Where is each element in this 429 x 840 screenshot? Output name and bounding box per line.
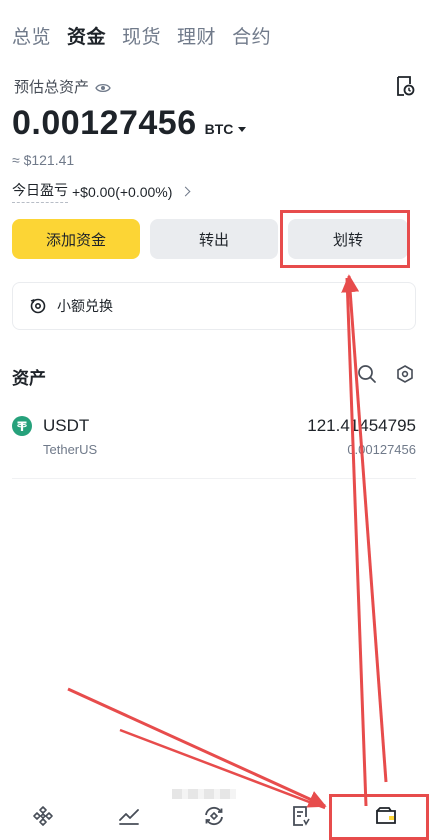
home-icon bbox=[31, 804, 55, 833]
caret-down-icon bbox=[238, 127, 247, 132]
search-icon[interactable] bbox=[357, 364, 377, 384]
nav-trade[interactable] bbox=[172, 796, 258, 840]
currency-label: BTC bbox=[204, 121, 234, 137]
pnl-label: 今日盈亏 bbox=[12, 180, 68, 203]
orders-icon bbox=[288, 804, 312, 833]
history-icon[interactable] bbox=[395, 75, 415, 97]
chevron-right-icon bbox=[180, 186, 191, 197]
divider bbox=[12, 478, 416, 479]
tether-logo-icon bbox=[12, 416, 32, 436]
assets-title: 资产 bbox=[12, 369, 46, 388]
nav-home[interactable] bbox=[0, 796, 86, 840]
tab-overview[interactable]: 总览 bbox=[12, 22, 51, 49]
withdraw-button[interactable]: 转出 bbox=[150, 219, 278, 259]
asset-amount: 121.41454795 bbox=[307, 416, 416, 435]
pnl-row[interactable]: 今日盈亏 +$0.00(+0.00%) bbox=[12, 180, 191, 203]
tab-funding[interactable]: 资金 bbox=[67, 22, 106, 49]
balance-row: 0.00127456 BTC bbox=[12, 104, 247, 143]
small-convert-label: 小额兑换 bbox=[57, 298, 113, 314]
eye-icon[interactable] bbox=[95, 81, 111, 93]
asset-btc-value: 0.00127456 bbox=[347, 442, 416, 457]
arrow-up-to-transfer bbox=[341, 274, 388, 783]
top-tabs: 总览 资金 现货 理财 合约 bbox=[12, 22, 287, 49]
small-convert-card[interactable]: 小额兑换 bbox=[12, 282, 416, 330]
arrow-line-second bbox=[345, 277, 368, 807]
tab-futures[interactable]: 合约 bbox=[232, 22, 271, 49]
add-funds-button[interactable]: 添加资金 bbox=[12, 219, 140, 259]
asset-symbol: USDT bbox=[43, 416, 90, 435]
nav-markets[interactable] bbox=[86, 796, 172, 840]
estimated-total-label: 预估总资产 bbox=[14, 79, 90, 96]
trade-icon bbox=[202, 804, 226, 833]
currency-selector[interactable]: BTC bbox=[205, 121, 247, 137]
asset-row-usdt[interactable]: USDT TetherUS 121.41454795 0.00127456 bbox=[12, 410, 416, 470]
total-balance: 0.00127456 bbox=[12, 104, 197, 142]
markets-icon bbox=[117, 804, 141, 833]
fiat-value: ≈ $121.41 bbox=[12, 152, 75, 168]
highlight-transfer-box bbox=[280, 210, 410, 268]
tab-earn[interactable]: 理财 bbox=[177, 22, 216, 49]
hide-small-assets-icon[interactable] bbox=[395, 364, 415, 384]
convert-icon bbox=[29, 297, 47, 315]
asset-name: TetherUS bbox=[43, 442, 98, 457]
pnl-value: +$0.00(+0.00%) bbox=[72, 183, 173, 200]
tab-spot[interactable]: 现货 bbox=[122, 22, 161, 49]
highlight-wallet-box bbox=[329, 794, 429, 840]
estimated-total-row: 预估总资产 bbox=[14, 76, 111, 97]
